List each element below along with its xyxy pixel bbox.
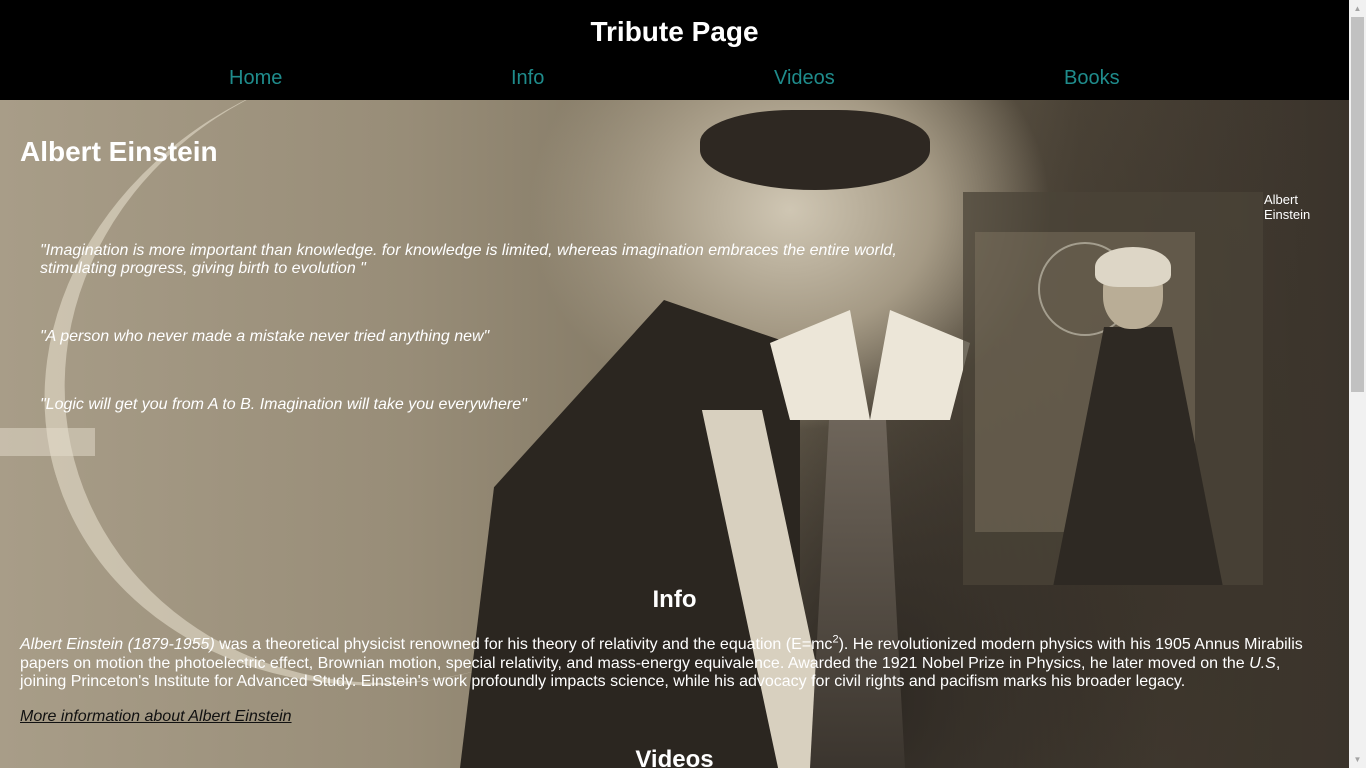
info-heading: Info bbox=[652, 586, 697, 613]
info-country: U.S bbox=[1249, 654, 1276, 672]
einstein-portrait-image bbox=[963, 192, 1263, 585]
background-chalk-mark bbox=[0, 428, 95, 456]
page: Tribute Page Home Info Videos Books Albe… bbox=[0, 0, 1366, 768]
nav-link-home[interactable]: Home bbox=[229, 67, 282, 90]
quote-2: "A person who never made a mistake never… bbox=[40, 328, 490, 345]
person-name-heading: Albert Einstein bbox=[20, 136, 218, 167]
info-text-part-1: was a theoretical physicist renowned for… bbox=[214, 636, 833, 653]
quote-1: "Imagination is more important than know… bbox=[40, 242, 897, 277]
info-name-dates: Albert Einstein (1879-1955) bbox=[20, 636, 215, 653]
nav-link-info[interactable]: Info bbox=[511, 67, 544, 90]
nav-link-books[interactable]: Books bbox=[1064, 67, 1120, 90]
videos-heading: Videos bbox=[635, 746, 714, 768]
page-title: Tribute Page bbox=[590, 16, 759, 47]
scrollbar-thumb[interactable] bbox=[1351, 17, 1364, 392]
portrait-caption: Albert Einstein bbox=[1264, 192, 1311, 222]
vertical-scrollbar[interactable]: ▲ ▼ bbox=[1349, 0, 1366, 768]
info-paragraph: Albert Einstein (1879-1955) was a theore… bbox=[20, 634, 1330, 692]
scroll-up-arrow-icon[interactable]: ▲ bbox=[1349, 0, 1366, 17]
quote-3: "Logic will get you from A to B. Imagina… bbox=[40, 396, 527, 413]
scroll-down-arrow-icon[interactable]: ▼ bbox=[1349, 751, 1366, 768]
site-header: Tribute Page Home Info Videos Books bbox=[0, 0, 1349, 100]
background-mustache bbox=[700, 110, 930, 190]
more-info-link[interactable]: More information about Albert Einstein bbox=[20, 708, 292, 726]
nav-link-videos[interactable]: Videos bbox=[774, 67, 835, 90]
portrait-hair bbox=[1095, 247, 1171, 287]
